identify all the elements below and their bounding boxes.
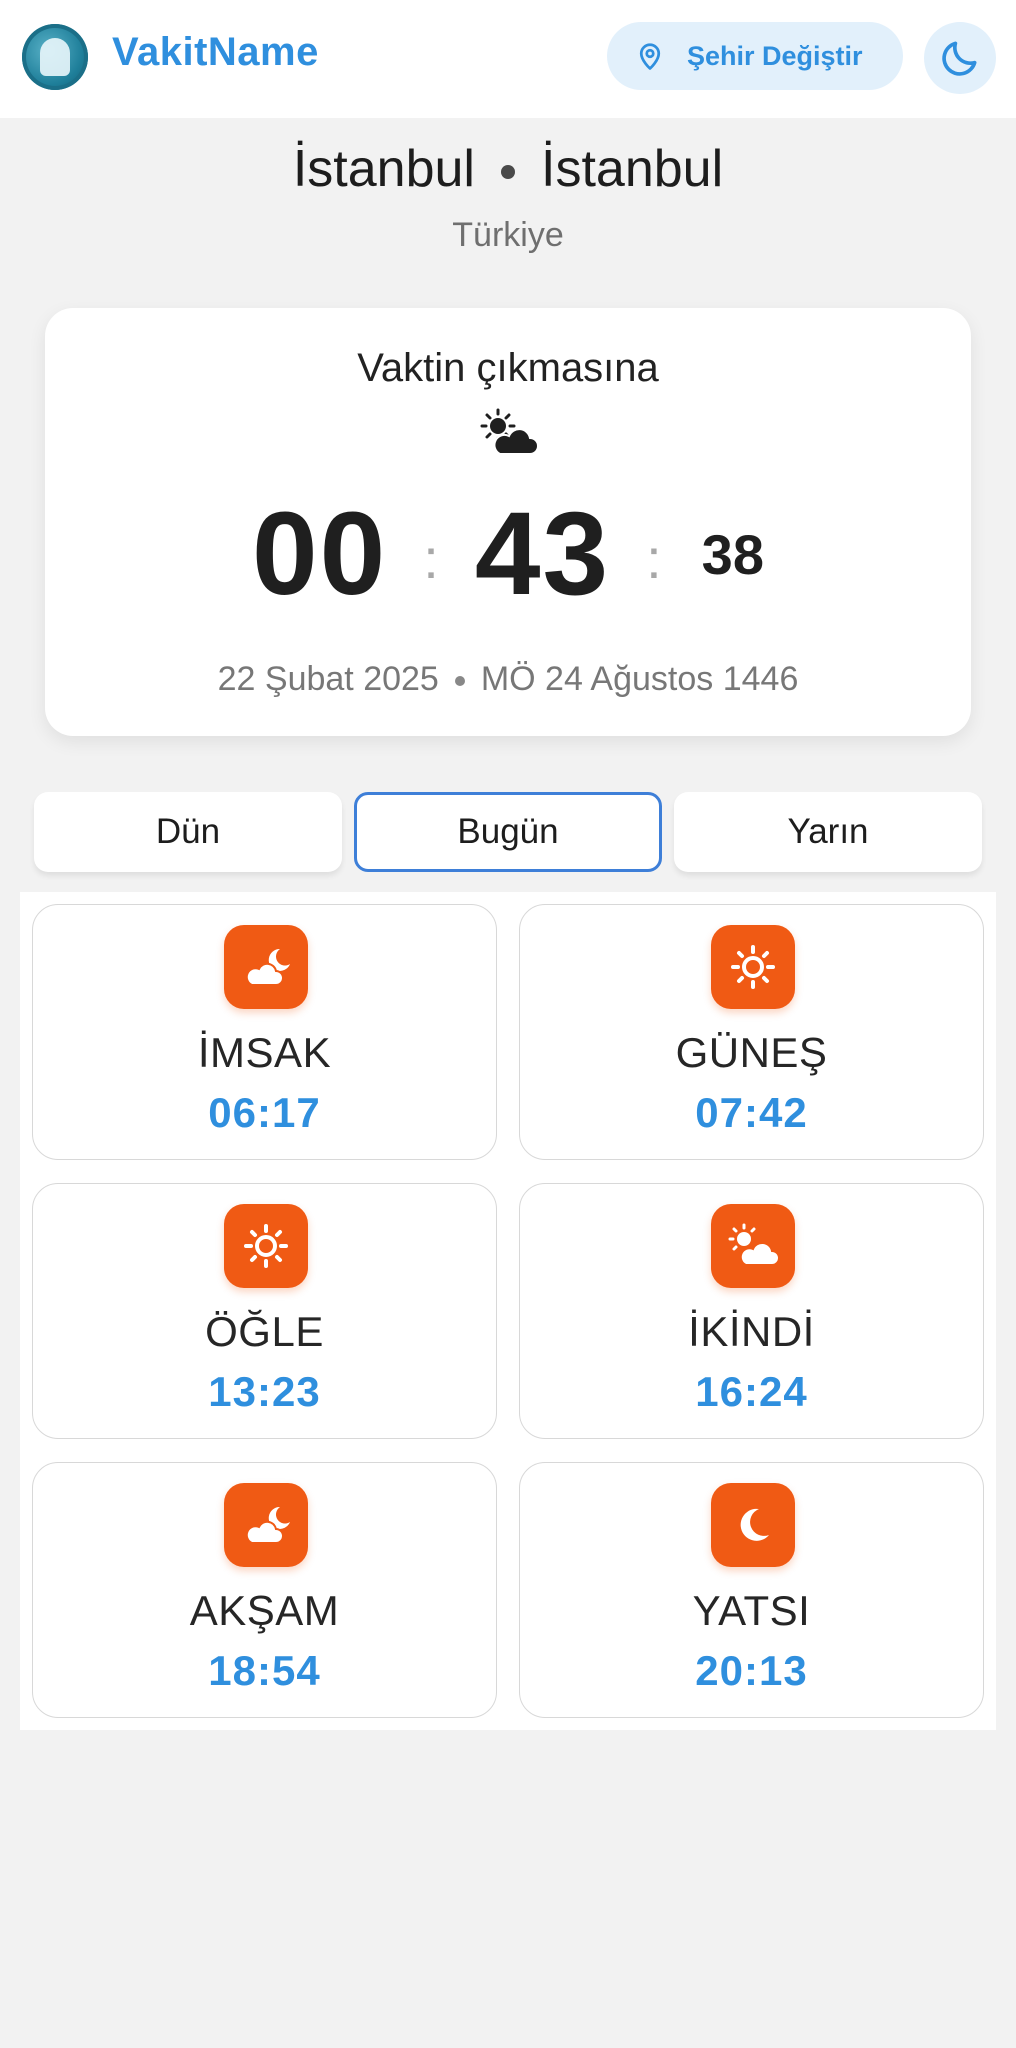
prayer-time: 16:24 xyxy=(695,1368,808,1415)
prayer-time: 07:42 xyxy=(695,1089,808,1136)
prayer-card-imsak[interactable]: İMSAK 06:17 xyxy=(32,904,497,1160)
timer-colon: : xyxy=(423,526,439,590)
prayer-card-aksam[interactable]: AKŞAM 18:54 xyxy=(32,1462,497,1718)
countdown-hours: 00 xyxy=(252,488,388,620)
change-city-label: Şehir Değiştir xyxy=(687,40,863,71)
date-line: 22 Şubat 2025 MÖ 24 Ağustos 1446 xyxy=(45,660,971,699)
prayer-name: YATSI xyxy=(692,1587,811,1634)
countdown-minutes: 43 xyxy=(474,488,611,620)
hijri-date: MÖ 24 Ağustos 1446 xyxy=(480,660,799,698)
app-logo[interactable] xyxy=(22,24,88,90)
tab-today[interactable]: Bugün xyxy=(354,792,662,872)
app-header: VakitName Şehir Değiştir xyxy=(0,0,1016,118)
date-separator xyxy=(454,676,465,687)
sun-cloud-icon xyxy=(711,1204,795,1288)
sun-icon xyxy=(711,925,795,1009)
prayer-card-gunes[interactable]: GÜNEŞ 07:42 xyxy=(519,904,984,1160)
prayer-card-ogle[interactable]: ÖĞLE 13:23 xyxy=(32,1183,497,1439)
prayer-name: İMSAK xyxy=(197,1029,332,1076)
country-name: Türkiye xyxy=(452,216,564,254)
sun-cloud-icon xyxy=(480,408,538,455)
prayer-time: 18:54 xyxy=(208,1647,321,1694)
tab-tomorrow[interactable]: Yarın xyxy=(674,792,982,872)
countdown-card: Vaktin çıkmasına 00 : 43 : 38 22 Şubat 2… xyxy=(45,308,971,736)
moon-cloud-icon xyxy=(224,925,308,1009)
gregorian-date: 22 Şubat 2025 xyxy=(217,660,439,698)
moon-icon xyxy=(942,41,977,76)
prayer-time: 13:23 xyxy=(208,1368,321,1415)
moon-icon xyxy=(711,1483,795,1567)
change-city-button[interactable]: Şehir Değiştir xyxy=(607,22,903,90)
prayer-card-ikindi[interactable]: İKİNDİ 16:24 xyxy=(519,1183,984,1439)
prayer-name: GÜNEŞ xyxy=(675,1029,828,1076)
prayer-name: ÖĞLE xyxy=(205,1308,324,1355)
prayer-card-yatsi[interactable]: YATSI 20:13 xyxy=(519,1462,984,1718)
location-title: İstanbul İstanbul xyxy=(0,130,1016,208)
theme-toggle-button[interactable] xyxy=(924,22,996,94)
district-name: İstanbul xyxy=(541,140,724,198)
prayer-time: 06:17 xyxy=(208,1089,321,1136)
timer-colon: : xyxy=(646,526,662,590)
app-title: VakitName xyxy=(112,30,319,74)
countdown-timer: 00 : 43 : 38 xyxy=(45,486,971,622)
countdown-seconds: 38 xyxy=(701,522,764,586)
location-separator xyxy=(501,165,515,180)
prayer-time: 20:13 xyxy=(695,1647,808,1694)
tab-yesterday[interactable]: Dün xyxy=(34,792,342,872)
location-pin-icon xyxy=(639,43,661,70)
sun-icon xyxy=(224,1204,308,1288)
moon-cloud-icon xyxy=(224,1483,308,1567)
prayer-times-grid: İMSAK 06:17 GÜNEŞ 07:42 ÖĞLE 13:23 İKİND… xyxy=(20,892,996,1730)
countdown-title: Vaktin çıkmasına xyxy=(357,346,659,390)
prayer-name: İKİNDİ xyxy=(688,1308,815,1355)
location-section: İstanbul İstanbul Türkiye xyxy=(0,130,1016,255)
city-name: İstanbul xyxy=(292,140,475,198)
prayer-name: AKŞAM xyxy=(189,1587,340,1634)
day-tabs: Dün Bugün Yarın xyxy=(34,792,982,876)
